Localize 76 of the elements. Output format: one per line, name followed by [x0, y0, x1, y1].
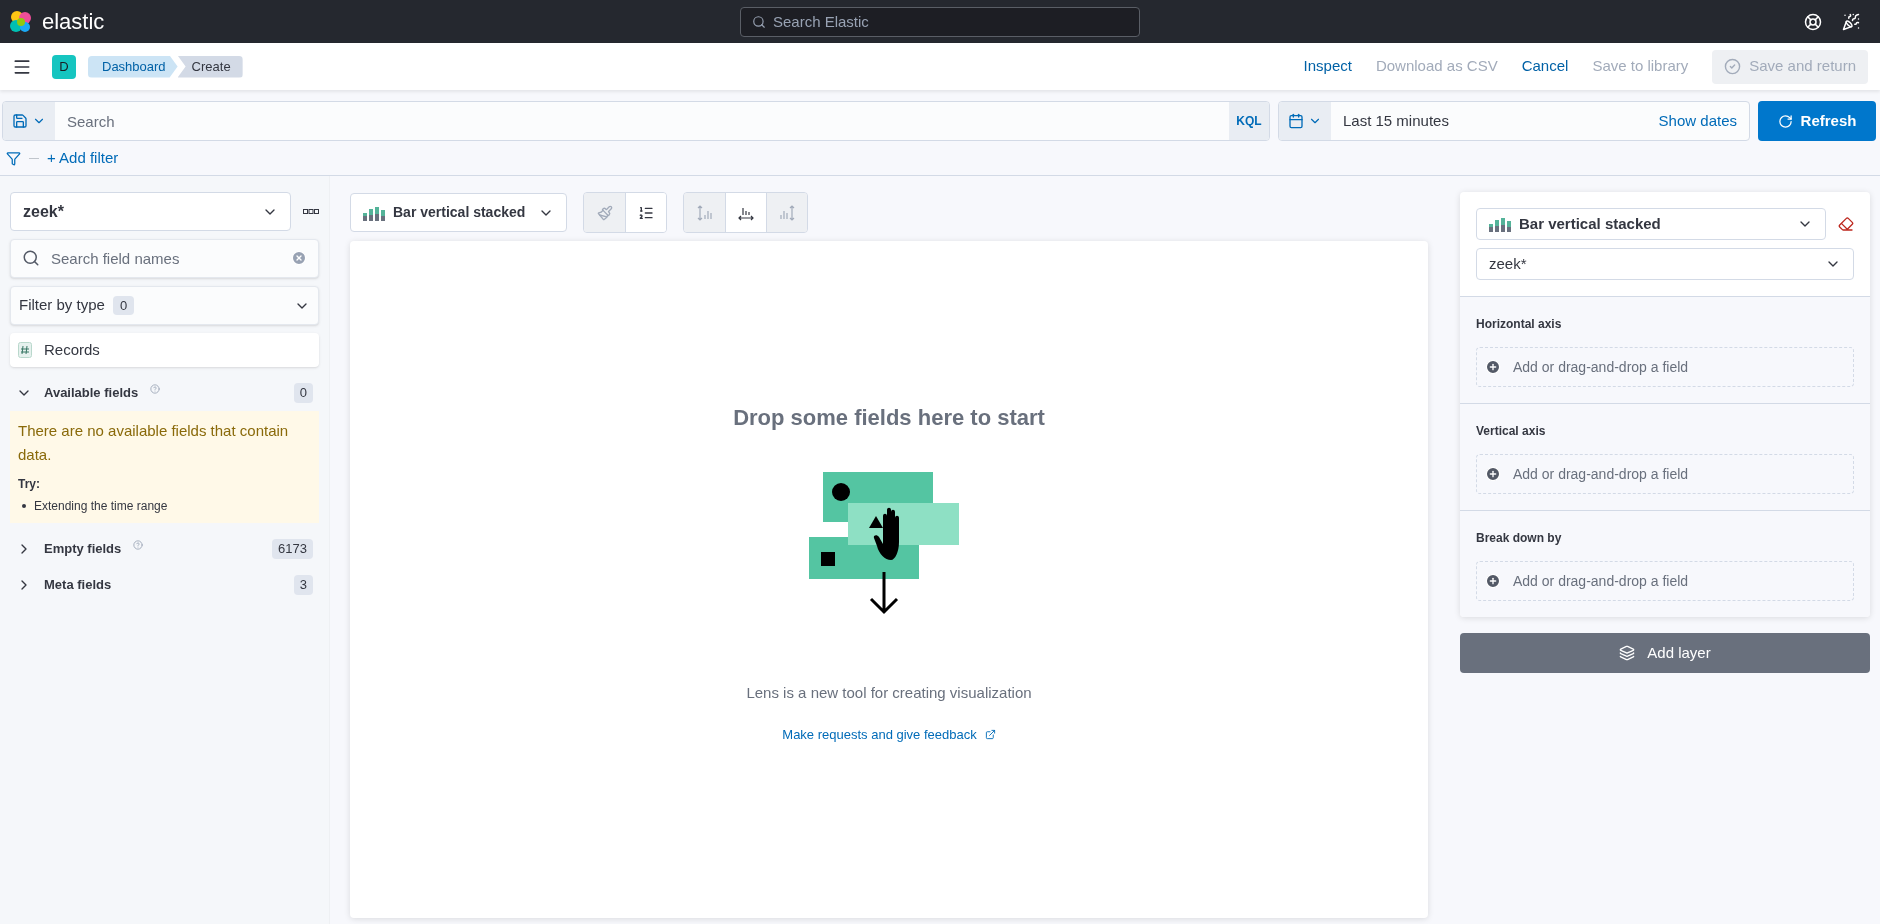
- chart-type-select[interactable]: Bar vertical stacked: [350, 193, 567, 232]
- dimension-label: Vertical axis: [1476, 423, 1547, 440]
- left-axis-icon: [695, 203, 714, 222]
- add-field-dropzone[interactable]: Add or drag-and-drop a field: [1476, 454, 1854, 494]
- toolbar-button[interactable]: [725, 193, 766, 232]
- date-quick-menu-button[interactable]: [1279, 102, 1331, 140]
- feedback-link[interactable]: Make requests and give feedback: [782, 724, 996, 744]
- plus-icon: [1485, 359, 1501, 375]
- search-icon: [752, 14, 766, 29]
- more-options-icon[interactable]: [303, 208, 319, 215]
- dimension-label: Horizontal axis: [1476, 316, 1563, 333]
- field-count-badge: 3: [293, 575, 313, 595]
- layer-index-pattern-select[interactable]: zeek*: [1476, 248, 1854, 280]
- paintbrush-icon: [596, 204, 613, 221]
- field-group-header[interactable]: Available fields 0: [10, 375, 319, 411]
- records-field[interactable]: Records: [10, 333, 319, 367]
- legend-icon: [638, 204, 654, 221]
- field-group-title: Available fields: [44, 384, 139, 403]
- filter-icon[interactable]: [6, 150, 21, 166]
- brand-name: elastic: [42, 8, 105, 36]
- separator-line: [29, 157, 39, 159]
- field-group-header[interactable]: Empty fields 6173: [10, 531, 319, 567]
- saved-query-button[interactable]: [3, 102, 55, 140]
- breadcrumb[interactable]: Dashboard: [88, 55, 178, 78]
- query-bar[interactable]: Search KQL: [2, 101, 1270, 141]
- field-count-badge: 0: [293, 383, 313, 403]
- layers-icon: [1619, 645, 1636, 661]
- field-group-title: Empty fields: [44, 540, 122, 559]
- layer-chart-type-select[interactable]: Bar vertical stacked: [1476, 208, 1826, 240]
- add-layer-button[interactable]: Add layer: [1460, 633, 1870, 673]
- empty-state-title: Drop some fields here to start: [733, 404, 1045, 432]
- breadcrumb: Create: [177, 55, 243, 78]
- action-link[interactable]: Inspect: [1303, 55, 1352, 78]
- field-search-field[interactable]: Search field names: [10, 239, 319, 278]
- plus-icon: [1485, 573, 1501, 589]
- callout-try-label: Try:: [18, 476, 41, 493]
- language-toggle[interactable]: KQL: [1229, 102, 1269, 140]
- time-range[interactable]: Last 15 minutes: [1331, 109, 1647, 133]
- help-icon[interactable]: [1804, 12, 1822, 31]
- field-group-header[interactable]: Meta fields 3: [10, 567, 319, 603]
- help-icon: [150, 384, 161, 394]
- field-group-title: Meta fields: [44, 576, 112, 595]
- bullet-icon: [22, 504, 26, 508]
- add-field-dropzone[interactable]: Add or drag-and-drop a field: [1476, 347, 1854, 387]
- refresh-icon: [1777, 113, 1793, 129]
- space-avatar[interactable]: D: [52, 54, 76, 79]
- bar-chart-icon: [1489, 216, 1511, 232]
- save-icon: [12, 113, 28, 129]
- global-search-field[interactable]: Search Elastic: [740, 6, 1140, 37]
- check-icon: [1724, 58, 1742, 75]
- refresh-button[interactable]: Refresh: [1758, 101, 1876, 141]
- eraser-icon[interactable]: [1838, 216, 1854, 232]
- external-link-icon: [984, 728, 996, 740]
- toolbar-button[interactable]: [625, 193, 666, 232]
- calendar-icon: [1288, 113, 1304, 129]
- field-count-badge: 6173: [272, 539, 313, 559]
- callout-suggestion: Extending the time range: [18, 497, 311, 515]
- party-popper-icon[interactable]: [1842, 12, 1860, 31]
- filter-by-type-select[interactable]: Filter by type 0: [10, 286, 319, 325]
- elastic-logo-icon: [8, 8, 34, 35]
- query-input-field[interactable]: Search: [55, 102, 1229, 140]
- add-filter-link[interactable]: + Add filter: [47, 146, 119, 170]
- action-link[interactable]: Cancel: [1521, 55, 1569, 78]
- lens-description: Lens is a new tool for creating visualization: [746, 683, 1032, 703]
- bar-chart-icon: [363, 204, 385, 221]
- right-axis-icon: [778, 203, 796, 222]
- search-icon: [22, 249, 40, 267]
- add-field-dropzone[interactable]: Add or drag-and-drop a field: [1476, 561, 1854, 601]
- dimension-label: Break down by: [1476, 530, 1563, 547]
- number-type-icon: [18, 342, 32, 358]
- help-icon: [133, 540, 144, 550]
- plus-icon: [1485, 466, 1501, 482]
- filter-count-badge: 0: [112, 295, 135, 316]
- callout-message: There are no available fields that contain data.: [18, 421, 290, 465]
- show-dates-link[interactable]: Show dates: [1646, 109, 1749, 133]
- index-pattern-select[interactable]: zeek*: [10, 192, 291, 231]
